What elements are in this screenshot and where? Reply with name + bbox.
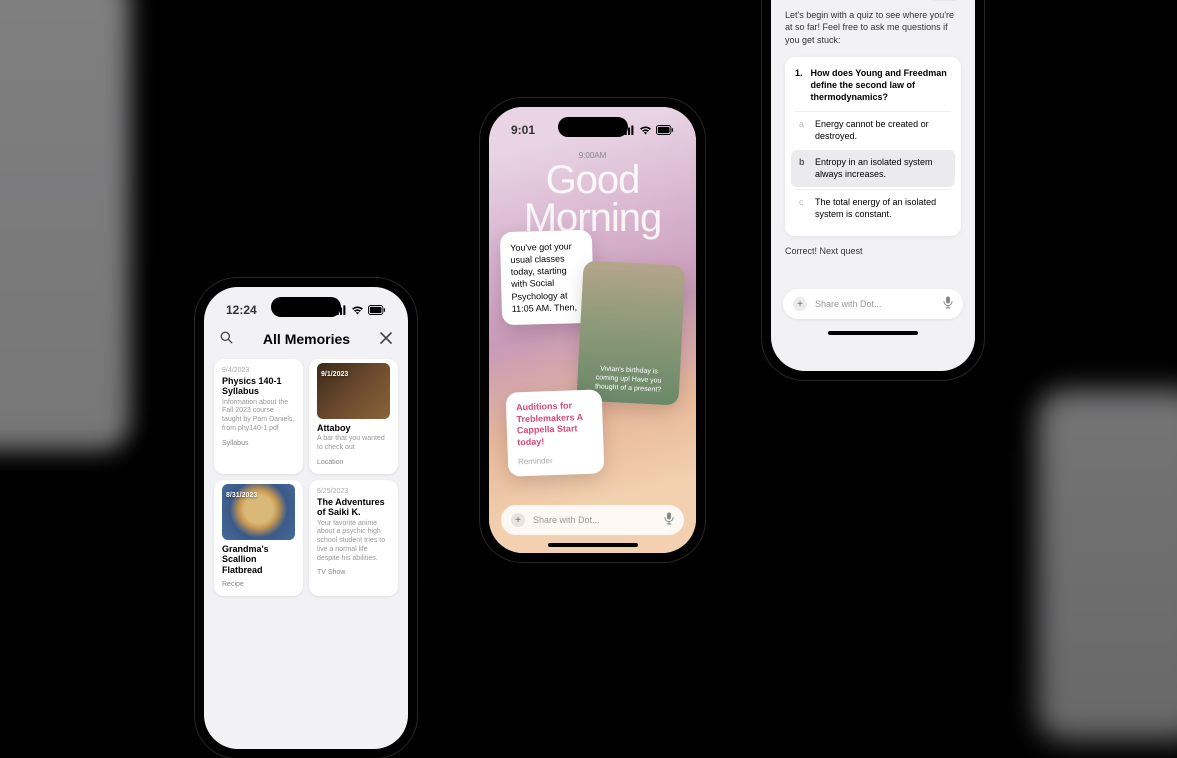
blurred-phone-right	[1037, 390, 1177, 740]
memory-desc: Your favorite anime about a psychic high…	[317, 520, 390, 564]
microphone-icon[interactable]	[943, 296, 953, 312]
schedule-card[interactable]: You've got your usual classes today, sta…	[500, 230, 594, 325]
wifi-icon	[351, 305, 364, 315]
option-letter: b	[799, 156, 807, 180]
option-text: The total energy of an isolated system i…	[815, 196, 947, 220]
user-reply-bubble: yep	[928, 0, 961, 1]
option-letter: c	[799, 196, 807, 220]
memory-title: Grandma's Scallion Flatbread	[222, 544, 295, 575]
status-icons	[621, 125, 674, 135]
memory-card[interactable]: 6/25/2023 The Adventures of Saiki K. You…	[309, 480, 398, 596]
schedule-text: You've got your usual classes today, sta…	[510, 241, 577, 313]
memory-tag: Syllabus	[222, 440, 295, 447]
dynamic-island	[271, 297, 341, 317]
photo-card[interactable]: Vivian's birthday is coming up! Have you…	[576, 260, 685, 405]
microphone-icon[interactable]	[664, 512, 674, 528]
memory-date: 9/4/2023	[222, 367, 295, 374]
reminder-card[interactable]: Auditions for Treblemakers A Cappella St…	[506, 389, 605, 476]
battery-icon	[656, 125, 674, 135]
chat-input[interactable]: + Share with Dot...	[783, 289, 963, 319]
blurred-phone-left	[0, 0, 130, 450]
memory-tag: Recipe	[222, 581, 295, 588]
memory-date: 6/25/2023	[317, 488, 390, 495]
page-title: All Memories	[263, 331, 350, 347]
memory-tag: Location	[317, 459, 390, 466]
quiz-content: PHYSICS 140-1 midterm you have next Thur…	[771, 0, 975, 262]
memories-header: All Memories	[204, 331, 408, 347]
quiz-question: 1. How does Young and Freedman define th…	[795, 67, 951, 103]
home-indicator[interactable]	[828, 331, 918, 335]
close-icon[interactable]	[380, 331, 392, 347]
quiz-option-a[interactable]: a Energy cannot be created or destroyed.	[795, 111, 951, 148]
question-number: 1.	[795, 67, 803, 103]
quiz-intro-text: Let's begin with a quiz to see where you…	[785, 9, 961, 47]
memory-title: Attaboy	[317, 423, 390, 433]
phone-quiz: PHYSICS 140-1 midterm you have next Thur…	[762, 0, 984, 380]
feedback-text: Correct! Next quest	[785, 246, 961, 256]
plus-icon[interactable]: +	[793, 297, 807, 311]
status-time: 9:01	[511, 123, 535, 137]
memory-desc: A bar that you wanted to check out	[317, 435, 390, 453]
memory-card[interactable]: 8/31/2023 Grandma's Scallion Flatbread R…	[214, 480, 303, 596]
quiz-option-c[interactable]: c The total energy of an isolated system…	[795, 189, 951, 226]
home-indicator[interactable]	[548, 543, 638, 547]
question-text: How does Young and Freedman define the s…	[811, 67, 951, 103]
input-placeholder: Share with Dot...	[533, 515, 600, 525]
battery-icon	[368, 305, 386, 315]
option-text: Entropy in an isolated system always inc…	[815, 156, 947, 180]
search-icon[interactable]	[220, 331, 233, 347]
memory-title: The Adventures of Saiki K.	[317, 497, 390, 518]
reminder-title: Auditions for Treblemakers A Cappella St…	[516, 400, 594, 449]
plus-icon[interactable]: +	[511, 513, 525, 527]
memories-grid: 9/4/2023 Physics 140-1 Syllabus Informat…	[214, 359, 398, 596]
quiz-question-box: 1. How does Young and Freedman define th…	[785, 57, 961, 236]
option-letter: a	[799, 118, 807, 142]
chat-input[interactable]: + Share with Dot...	[501, 505, 684, 535]
status-time: 12:24	[226, 303, 257, 317]
greeting-line1: Good	[489, 161, 696, 199]
wifi-icon	[639, 125, 652, 135]
reminder-label: Reminder	[518, 454, 594, 466]
memory-desc: Information about the Fall 2023 course t…	[222, 399, 295, 434]
memory-tag: TV Show	[317, 569, 390, 576]
memory-title: Physics 140-1 Syllabus	[222, 376, 295, 397]
phone-good-morning: 9:01 9:00AM Good Morning You've got your…	[480, 98, 705, 562]
memory-card[interactable]: 9/1/2023 Attaboy A bar that you wanted t…	[309, 359, 398, 474]
memory-date: 8/31/2023	[226, 492, 257, 499]
memory-card[interactable]: 9/4/2023 Physics 140-1 Syllabus Informat…	[214, 359, 303, 474]
quiz-option-b-selected[interactable]: b Entropy in an isolated system always i…	[791, 150, 955, 186]
phone-memories: 12:24 All Memories 9/4/2023 Physics 140-…	[195, 278, 417, 758]
option-text: Energy cannot be created or destroyed.	[815, 118, 947, 142]
memory-date: 9/1/2023	[321, 371, 348, 378]
input-placeholder: Share with Dot...	[815, 299, 882, 309]
greeting-text: Good Morning	[489, 161, 696, 237]
dynamic-island	[558, 117, 628, 137]
